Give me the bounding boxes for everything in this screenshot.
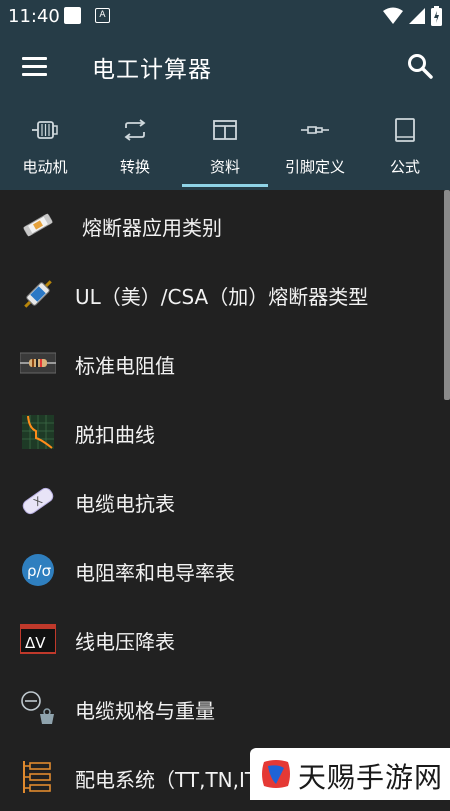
list-item-label: 脱扣曲线 xyxy=(75,423,155,447)
a-notification-icon: A xyxy=(95,8,110,23)
list-item-label: 电缆规格与重量 xyxy=(75,699,215,723)
tab-label: 公式 xyxy=(389,158,420,176)
menu-icon-bar xyxy=(22,65,47,68)
cable-weight-icon xyxy=(21,691,54,724)
fuse-icon xyxy=(23,213,53,237)
list-item-label: UL（美）/CSA（加）熔断器类型 xyxy=(75,285,369,309)
notification-square-icon xyxy=(64,7,81,24)
tab-bar: 电动机 转换 资料 引脚定义 公式 xyxy=(0,108,450,188)
list-item[interactable]: 熔断器应用类别 xyxy=(0,190,450,259)
status-time: 11:40 xyxy=(8,6,60,27)
status-icons xyxy=(383,5,442,27)
reference-list: 熔断器应用类别 UL（美）/CSA（加）熔断器类型 标准电阻值 脱扣曲线 X 电… xyxy=(0,190,450,800)
menu-button[interactable] xyxy=(22,54,48,78)
tab-reference[interactable]: 资料 xyxy=(185,108,265,188)
tab-label: 资料 xyxy=(209,158,240,176)
list-item[interactable]: X 电缆电抗表 xyxy=(0,466,450,535)
tab-convert[interactable]: 转换 xyxy=(95,108,175,188)
list-item[interactable]: UL（美）/CSA（加）熔断器类型 xyxy=(0,259,450,328)
list-scrollbar[interactable] xyxy=(444,190,450,400)
book-icon xyxy=(395,118,415,142)
svg-text:ΔV: ΔV xyxy=(25,634,46,652)
tab-label: 转换 xyxy=(119,158,150,176)
watermark: 天赐手游网 xyxy=(250,748,450,800)
connector-icon xyxy=(301,126,329,134)
list-item-label: 电阻率和电导率表 xyxy=(75,561,235,585)
list-item-label: 线电压降表 xyxy=(75,630,175,654)
svg-text:ρ/σ: ρ/σ xyxy=(27,562,52,580)
list-item[interactable]: 标准电阻值 xyxy=(0,328,450,397)
search-button[interactable] xyxy=(406,52,434,80)
distribution-icon xyxy=(23,761,51,793)
search-icon xyxy=(408,54,433,79)
list-item-label: 电缆电抗表 xyxy=(75,492,175,516)
battery-icon xyxy=(431,6,442,26)
status-bar: 11:40 A xyxy=(0,0,450,32)
menu-icon-bar xyxy=(22,73,47,76)
table-icon xyxy=(213,120,237,140)
menu-icon xyxy=(22,57,47,60)
signal-icon xyxy=(409,8,425,24)
tab-pinout[interactable]: 引脚定义 xyxy=(275,108,355,188)
tab-formula[interactable]: 公式 xyxy=(365,108,445,188)
trip-curve-icon xyxy=(22,415,54,449)
tab-label: 电动机 xyxy=(22,158,68,176)
watermark-logo-icon xyxy=(262,760,290,788)
list-item[interactable]: ρ/σ 电阻率和电导率表 xyxy=(0,535,450,604)
resistor-icon xyxy=(20,352,56,374)
wifi-icon xyxy=(383,7,403,24)
app-bar: 电工计算器 电动机 转换 资料 引脚定义 公式 xyxy=(0,32,450,190)
list-item[interactable]: 脱扣曲线 xyxy=(0,397,450,466)
list-item-label: 熔断器应用类别 xyxy=(82,216,222,240)
watermark-text: 天赐手游网 xyxy=(298,761,444,794)
list-item-label: 配电系统（TT,TN,IT） xyxy=(75,768,278,792)
convert-icon xyxy=(124,119,146,141)
delta-v-icon: ΔV xyxy=(20,624,56,654)
cable-reactance-icon: X xyxy=(22,487,54,515)
list-item[interactable]: 电缆规格与重量 xyxy=(0,673,450,742)
tab-motor[interactable]: 电动机 xyxy=(5,108,85,188)
motor-icon xyxy=(32,121,58,139)
rho-sigma-icon: ρ/σ xyxy=(22,554,54,586)
list-item[interactable]: ΔV 线电压降表 xyxy=(0,604,450,673)
fuse-angled-icon xyxy=(24,280,52,308)
list-item-label: 标准电阻值 xyxy=(75,354,175,378)
tab-label: 引脚定义 xyxy=(284,158,345,176)
app-title: 电工计算器 xyxy=(92,57,212,83)
selected-tab-indicator xyxy=(182,184,268,187)
